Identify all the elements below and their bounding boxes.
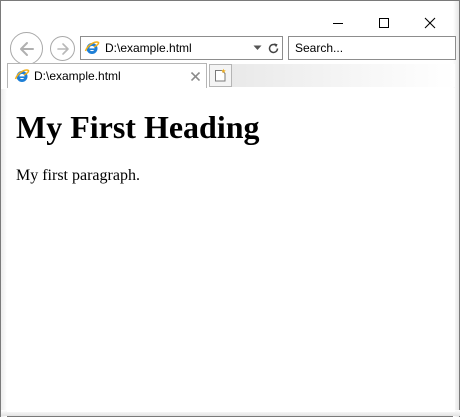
tab-strip-background [231,64,455,87]
maximize-icon [379,18,389,28]
maximize-button[interactable] [361,9,407,37]
forward-arrow-icon [56,42,69,55]
search-input[interactable] [289,38,455,58]
page-viewport: My First Heading My first paragraph. [7,88,455,412]
ie-favicon-icon [84,41,100,54]
minimize-button[interactable] [315,9,361,37]
new-tab-button[interactable] [209,64,232,87]
tab-strip: D:\example.html [7,63,455,88]
back-button[interactable] [10,32,43,65]
page-paragraph: My first paragraph. [16,167,140,184]
refresh-button[interactable] [264,37,282,59]
caption-buttons [315,9,453,37]
browser-window: D:\example.html D:\example.html [0,0,460,417]
tab-title: D:\example.html [34,69,121,83]
back-arrow-icon [19,41,34,56]
close-icon [190,71,200,81]
tab-active[interactable]: D:\example.html [7,63,207,88]
chevron-down-icon [253,45,261,50]
minimize-icon [333,23,343,24]
refresh-icon [268,42,278,53]
address-bar[interactable]: D:\example.html [80,36,283,60]
forward-button[interactable] [50,36,75,61]
close-icon [424,17,436,29]
tab-close-button[interactable] [187,68,203,84]
ie-favicon-icon [14,69,30,82]
address-dropdown-button[interactable] [250,37,264,59]
close-window-button[interactable] [407,9,453,37]
address-url: D:\example.html [105,41,192,55]
page-heading: My First Heading [16,109,260,145]
search-box[interactable] [288,36,456,60]
new-tab-icon [215,68,226,82]
